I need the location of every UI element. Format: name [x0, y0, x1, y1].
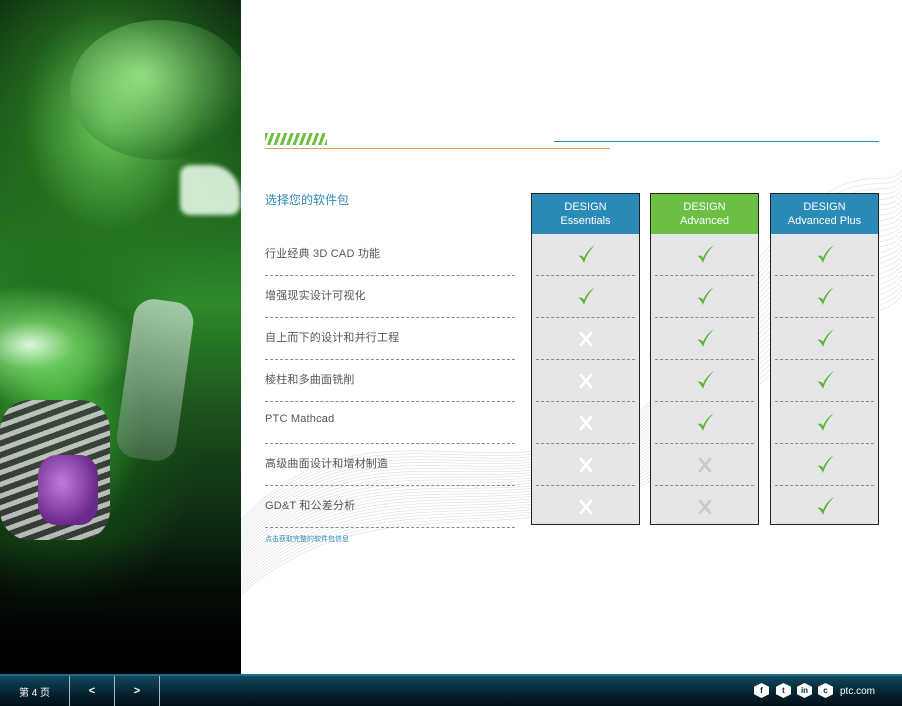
facebook-icon[interactable]: f — [754, 683, 769, 698]
check-icon — [771, 234, 878, 276]
cross-icon — [651, 486, 758, 528]
package-line1: DESIGN — [803, 201, 846, 213]
check-icon — [532, 234, 639, 276]
twitter-icon[interactable]: t — [776, 683, 791, 698]
ptc-icon[interactable]: c — [818, 683, 833, 698]
feature-row: GD&T 和公差分析 — [265, 486, 515, 528]
feature-row: 高级曲面设计和增材制造 — [265, 444, 515, 486]
footer-bar: 第 4 页 < > f t in c ptc.com — [0, 674, 902, 706]
helmet-shape — [70, 20, 241, 160]
check-icon — [651, 402, 758, 444]
linkedin-icon[interactable]: in — [797, 683, 812, 698]
prev-page-button[interactable]: < — [70, 676, 115, 706]
headlight-shape — [180, 165, 240, 215]
package-info-link[interactable]: 点击获取完整的软件包信息 — [265, 534, 349, 544]
feature-label: 自上而下的设计和并行工程 — [265, 332, 400, 344]
cross-icon — [532, 360, 639, 402]
check-icon — [771, 486, 878, 528]
package-line2: Advanced — [680, 215, 729, 227]
check-icon — [771, 402, 878, 444]
check-icon — [651, 360, 758, 402]
check-icon — [771, 360, 878, 402]
feature-row: 自上而下的设计和并行工程 — [265, 318, 515, 360]
feature-list: 行业经典 3D CAD 功能 增强现实设计可视化自上而下的设计和并行工程 棱柱和多曲… — [265, 234, 515, 528]
hero-image — [0, 0, 241, 674]
package-header: DESIGN Advanced Plus — [771, 194, 878, 234]
header-hatch — [265, 133, 327, 145]
package-header: DESIGN Essentials — [532, 194, 639, 234]
header-line-teal — [554, 141, 879, 142]
shock-absorber-shape — [38, 455, 98, 525]
feature-label: 棱柱和多曲面铣削 — [265, 374, 355, 386]
package-column-0: DESIGN Essentials — [531, 193, 640, 525]
package-line1: DESIGN — [683, 201, 726, 213]
section-title: 选择您的软件包 — [265, 193, 350, 207]
package-column-1: DESIGN Advanced — [650, 193, 759, 525]
check-icon — [771, 276, 878, 318]
check-icon — [651, 318, 758, 360]
feature-label: 增强现实设计可视化 — [265, 290, 366, 302]
package-line2: Essentials — [560, 215, 611, 227]
fork-shape — [114, 296, 196, 464]
page-number: 第 4 页 — [0, 676, 70, 706]
feature-row: 增强现实设计可视化 — [265, 276, 515, 318]
feature-label: 行业经典 3D CAD 功能 — [265, 248, 381, 260]
site-link[interactable]: ptc.com — [840, 676, 875, 706]
header-line-orange — [265, 148, 610, 149]
check-icon — [771, 444, 878, 486]
next-page-button[interactable]: > — [115, 676, 160, 706]
cross-icon — [532, 318, 639, 360]
check-icon — [532, 276, 639, 318]
check-icon — [651, 234, 758, 276]
feature-label: PTC Mathcad — [265, 413, 335, 425]
feature-label: 高级曲面设计和增材制造 — [265, 458, 389, 470]
feature-row: 棱柱和多曲面铣削 — [265, 360, 515, 402]
check-icon — [651, 276, 758, 318]
feature-row: 行业经典 3D CAD 功能 — [265, 234, 515, 276]
check-icon — [771, 318, 878, 360]
package-line2: Advanced Plus — [787, 215, 862, 227]
feature-row: PTC Mathcad — [265, 402, 515, 444]
cross-icon — [532, 486, 639, 528]
cross-icon — [651, 444, 758, 486]
package-line1: DESIGN — [564, 201, 607, 213]
cross-icon — [532, 402, 639, 444]
package-header: DESIGN Advanced — [651, 194, 758, 234]
feature-label: GD&T 和公差分析 — [265, 500, 356, 512]
cross-icon — [532, 444, 639, 486]
package-column-2: DESIGN Advanced Plus — [770, 193, 879, 525]
